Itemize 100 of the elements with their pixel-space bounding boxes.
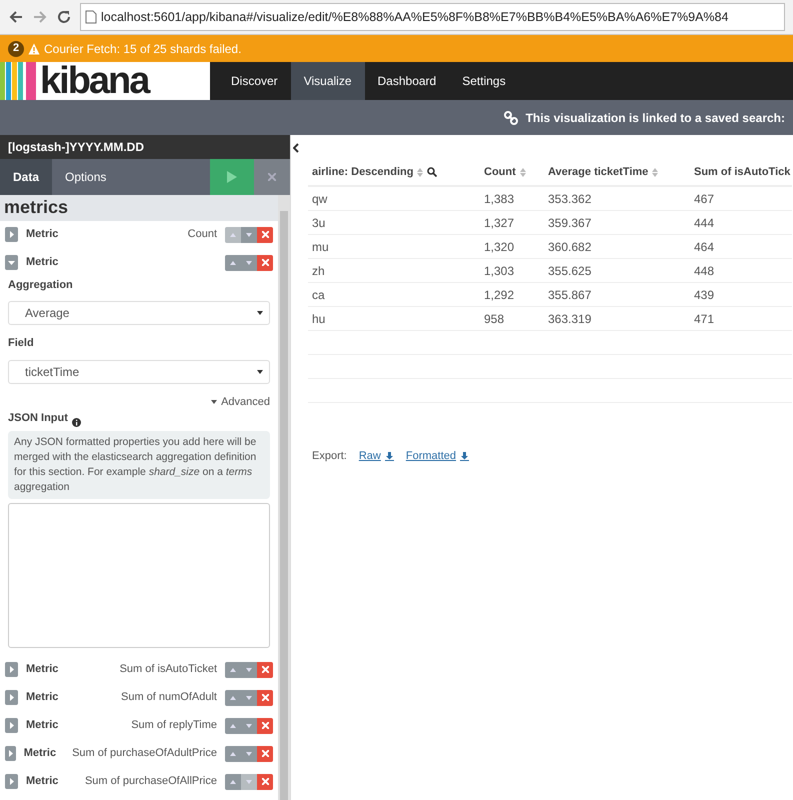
metric-label: Metric — [26, 227, 58, 242]
chevron-down-icon — [246, 724, 252, 728]
table-cell-text: 355.625 — [548, 262, 592, 280]
move-up-button[interactable] — [225, 690, 241, 706]
move-down-button[interactable] — [241, 662, 257, 678]
scrollbar[interactable] — [278, 195, 290, 800]
chevron-down-icon — [246, 668, 252, 672]
logo-stripes-icon — [0, 62, 36, 100]
remove-button[interactable] — [257, 662, 273, 678]
table-cell-text: 360.682 — [548, 238, 592, 256]
sort-icon[interactable] — [520, 168, 526, 176]
nav-tab[interactable]: Visualize — [290, 62, 364, 100]
remove-button[interactable] — [257, 774, 273, 790]
table-cell-text: 1,292 — [484, 286, 514, 304]
sort-icon[interactable] — [652, 168, 658, 176]
chevron-up-icon — [230, 724, 236, 728]
apply-button[interactable] — [210, 159, 254, 195]
toggle-button[interactable] — [5, 746, 16, 762]
move-up-button[interactable] — [225, 254, 241, 271]
table-cell-text: 958 — [484, 310, 504, 328]
remove-button[interactable] — [257, 254, 273, 271]
column-header[interactable]: airline: Descending — [312, 164, 414, 180]
move-down-button[interactable] — [241, 746, 257, 762]
move-down-button[interactable] — [241, 254, 257, 271]
metric-label: Metric — [26, 255, 58, 270]
close-icon — [262, 666, 268, 674]
table-cell-text: 1,303 — [484, 262, 514, 280]
table-cell-text: 359.367 — [548, 214, 592, 232]
remove-button[interactable] — [257, 690, 273, 706]
column-header[interactable]: Sum of isAutoTick — [694, 164, 790, 180]
editor-tab[interactable]: Options — [52, 159, 120, 195]
close-icon — [262, 778, 268, 786]
move-up-button[interactable] — [225, 662, 241, 678]
close-icon — [262, 259, 268, 266]
toggle-button[interactable] — [5, 662, 18, 678]
table-cell-text: hu — [312, 310, 326, 328]
export-link[interactable]: Formatted — [406, 448, 470, 464]
download-icon — [460, 452, 470, 461]
metric-label: Metric — [26, 690, 58, 706]
warning-icon — [28, 42, 40, 54]
aggregation-select[interactable]: Average — [8, 301, 270, 326]
move-up-button[interactable] — [225, 774, 241, 790]
address-bar[interactable]: localhost:5601/app/kibana#/visualize/edit/%E8%88%AA%E5%8F%B8%E7%BB%B4%E5%BA%A6%E7%9A%84 — [80, 3, 785, 31]
toggle-button[interactable] — [5, 255, 18, 270]
download-icon — [384, 452, 394, 461]
link-icon — [504, 110, 518, 124]
json-input-field[interactable] — [8, 502, 270, 648]
table-cell-text: 448 — [694, 262, 714, 280]
move-up-button[interactable] — [225, 718, 241, 734]
reload-icon[interactable] — [56, 9, 72, 25]
move-up-button[interactable] — [225, 746, 241, 762]
sort-icon[interactable] — [417, 168, 424, 176]
table-cell-text: 3u — [312, 214, 326, 232]
remove-button[interactable] — [257, 746, 273, 762]
back-icon[interactable] — [8, 9, 24, 25]
chevron-down-icon — [246, 260, 252, 265]
discard-button[interactable] — [254, 159, 290, 195]
move-down-button[interactable] — [241, 690, 257, 706]
metric-summary: Sum of replyTime — [131, 718, 217, 734]
table-cell-text: zh — [312, 262, 325, 280]
table-cell-text: 464 — [694, 238, 714, 256]
chevron-down-icon — [246, 696, 252, 700]
caret-icon — [8, 694, 15, 702]
forward-icon[interactable] — [32, 9, 48, 25]
chevron-down-icon — [246, 752, 252, 756]
info-icon — [72, 418, 81, 427]
toggle-button[interactable] — [5, 690, 18, 706]
table-cell-text: 1,320 — [484, 238, 514, 256]
nav-tab[interactable]: Dashboard — [364, 62, 450, 100]
column-header[interactable]: Average ticketTime — [548, 164, 648, 180]
nav-tab[interactable]: Settings — [449, 62, 519, 100]
close-icon — [262, 750, 268, 758]
table-cell-text: 467 — [694, 190, 714, 208]
metric-summary: Sum of purchaseOfAllPrice — [84, 774, 217, 790]
advanced-toggle[interactable]: Advanced — [221, 394, 270, 410]
column-header[interactable]: Count — [484, 164, 516, 180]
chevron-up-icon — [230, 260, 236, 265]
field-select[interactable]: ticketTime — [8, 360, 270, 384]
editor-tab[interactable]: Data — [0, 159, 52, 195]
toggle-button[interactable] — [5, 718, 18, 734]
export-label: Export: — [312, 449, 347, 464]
move-down-button[interactable] — [241, 226, 257, 243]
play-icon — [227, 171, 237, 183]
search-icon[interactable] — [427, 167, 438, 177]
caret-icon — [8, 778, 15, 786]
field-label: JSON Input — [8, 411, 68, 426]
chevron-left-icon[interactable] — [292, 143, 298, 153]
dropdown-caret-icon — [257, 370, 263, 374]
remove-button[interactable] — [257, 718, 273, 734]
move-down-button[interactable] — [241, 718, 257, 734]
metric-label: Metric — [26, 662, 58, 678]
linked-search-notice: This visualization is linked to a saved search: — [526, 110, 785, 126]
nav-tab[interactable]: Discover — [218, 62, 291, 100]
toggle-button[interactable] — [5, 774, 18, 790]
metric-summary: Count — [188, 227, 217, 242]
toggle-button[interactable] — [5, 227, 18, 242]
kibana-logo[interactable]: kibana — [0, 62, 210, 100]
export-link[interactable]: Raw — [358, 448, 394, 464]
remove-button[interactable] — [257, 226, 273, 243]
metric-summary: Sum of numOfAdult — [121, 690, 217, 706]
